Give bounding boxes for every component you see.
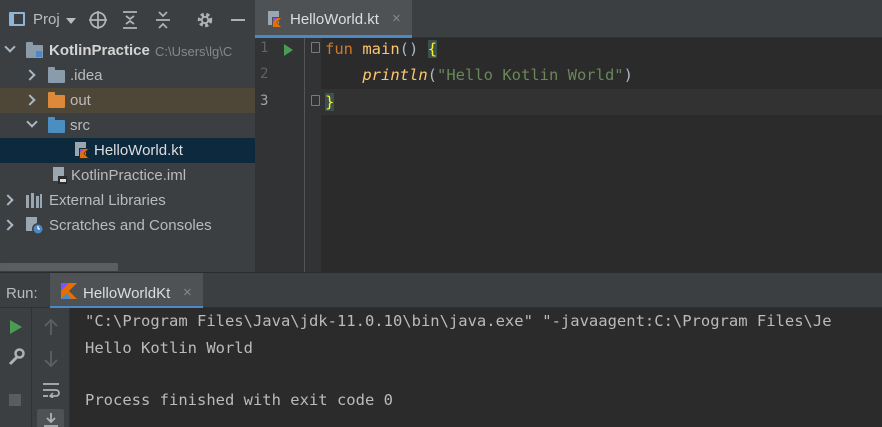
tree-item-src[interactable]: src <box>0 113 255 138</box>
run-actions-toolbar <box>0 308 32 427</box>
code-line-3[interactable]: } <box>325 93 335 111</box>
scratches-icon <box>26 217 44 235</box>
arrow-up-icon[interactable] <box>43 318 59 336</box>
scroll-to-end-icon <box>44 413 58 427</box>
function-call: println <box>362 66 428 84</box>
tree-item-iml[interactable]: KotlinPractice.iml <box>0 163 255 188</box>
string-literal: "Hello Kotlin World" <box>437 66 624 84</box>
project-path: C:\Users\lg\C <box>155 44 233 59</box>
gear-icon[interactable] <box>195 10 215 30</box>
tree-item-helloworld-kt[interactable]: HelloWorld.kt <box>0 138 255 163</box>
horizontal-scrollbar[interactable] <box>0 263 118 271</box>
tree-item-label: src <box>70 117 90 134</box>
project-view-selector[interactable]: Proj <box>33 11 60 28</box>
parens: () <box>399 40 419 58</box>
open-brace: { <box>427 40 438 58</box>
chevron-right-icon[interactable] <box>2 194 14 206</box>
fold-marker-icon[interactable] <box>311 95 320 106</box>
keyword-fun: fun <box>325 40 353 58</box>
project-window-icon <box>9 12 25 26</box>
rerun-icon[interactable] <box>9 319 23 335</box>
scroll-to-end-toggle[interactable] <box>37 409 64 427</box>
tree-item-kotlinpractice[interactable]: KotlinPractice C:\Users\lg\C <box>0 38 255 63</box>
locate-file-icon[interactable] <box>88 10 108 30</box>
stop-icon[interactable] <box>9 394 21 406</box>
module-badge-icon <box>36 51 42 57</box>
tab-helloworld-kt[interactable]: HelloWorld.kt × <box>255 0 412 38</box>
fold-marker-icon[interactable] <box>311 42 320 53</box>
chevron-down-icon[interactable] <box>66 18 76 24</box>
source-folder-icon <box>48 117 65 133</box>
tree-item-label: out <box>70 92 91 109</box>
project-toolbar: Proj <box>0 0 255 38</box>
tree-item-out[interactable]: out <box>0 88 255 113</box>
kotlin-file-icon <box>75 142 90 159</box>
close-brace: } <box>325 93 335 111</box>
function-name: main <box>362 40 400 58</box>
tab-helloworldkt[interactable]: HelloWorldKt × <box>50 273 203 309</box>
editor-tab-bar: HelloWorld.kt × <box>255 0 882 38</box>
tree-item-label: .idea <box>70 67 103 84</box>
tree-item-label: External Libraries <box>49 192 166 209</box>
kotlin-run-config-icon <box>61 283 77 299</box>
run-gutter-icon[interactable] <box>284 44 293 56</box>
paren-open: ( <box>427 66 437 84</box>
line-number: 1 <box>260 40 269 56</box>
console-output[interactable]: "C:\Program Files\Java\jdk-11.0.10\bin\j… <box>70 308 882 427</box>
close-icon[interactable]: × <box>392 10 401 27</box>
code-line-2[interactable]: println("Hello Kotlin World") <box>325 66 633 84</box>
kotlin-file-icon <box>268 11 283 28</box>
line-number: 3 <box>260 93 269 109</box>
console-line-command: "C:\Program Files\Java\jdk-11.0.10\bin\j… <box>85 312 832 330</box>
line-number: 2 <box>260 66 269 82</box>
project-tool-window: Proj KotlinPractice C:\Users\lg\C .idea <box>0 0 255 272</box>
collapse-all-icon[interactable] <box>153 10 173 30</box>
console-line-exit: Process finished with exit code 0 <box>85 391 393 409</box>
tree-item-idea[interactable]: .idea <box>0 63 255 88</box>
wrench-icon[interactable] <box>7 348 25 366</box>
paren-close: ) <box>623 66 633 84</box>
chevron-down-icon[interactable] <box>26 116 38 128</box>
tree-item-label: KotlinPractice <box>49 42 150 59</box>
arrow-down-icon[interactable] <box>43 350 59 368</box>
chevron-right-icon[interactable] <box>24 69 36 81</box>
iml-file-icon <box>53 167 67 184</box>
close-icon[interactable]: × <box>183 284 192 301</box>
library-icon <box>26 193 42 208</box>
current-line-highlight <box>255 89 882 115</box>
chevron-right-icon[interactable] <box>24 94 36 106</box>
run-title: Run: <box>6 285 38 302</box>
tree-item-label: Scratches and Consoles <box>49 217 212 234</box>
editor: HelloWorld.kt × 1 2 3 fun main() { print… <box>255 0 882 272</box>
tree-item-label: KotlinPractice.iml <box>71 167 187 184</box>
run-tool-header: Run: HelloWorldKt × <box>0 272 882 309</box>
code-line-1[interactable]: fun main() { <box>325 40 438 58</box>
tree-item-external-libraries[interactable]: External Libraries <box>0 188 255 213</box>
tab-label: HelloWorld.kt <box>290 11 379 28</box>
console-line-output: Hello Kotlin World <box>85 339 253 357</box>
expand-all-icon[interactable] <box>120 10 140 30</box>
minimize-icon[interactable] <box>228 10 248 30</box>
chevron-down-icon[interactable] <box>4 41 16 53</box>
folder-icon <box>48 67 65 83</box>
tab-label: HelloWorldKt <box>83 285 171 302</box>
excluded-folder-icon <box>48 92 65 108</box>
gutter-divider <box>304 38 305 272</box>
tree-item-label: HelloWorld.kt <box>94 142 183 159</box>
chevron-right-icon[interactable] <box>2 219 14 231</box>
tree-item-scratches[interactable]: Scratches and Consoles <box>0 213 255 238</box>
console-actions-toolbar <box>32 308 70 427</box>
soft-wrap-icon[interactable] <box>42 382 60 398</box>
